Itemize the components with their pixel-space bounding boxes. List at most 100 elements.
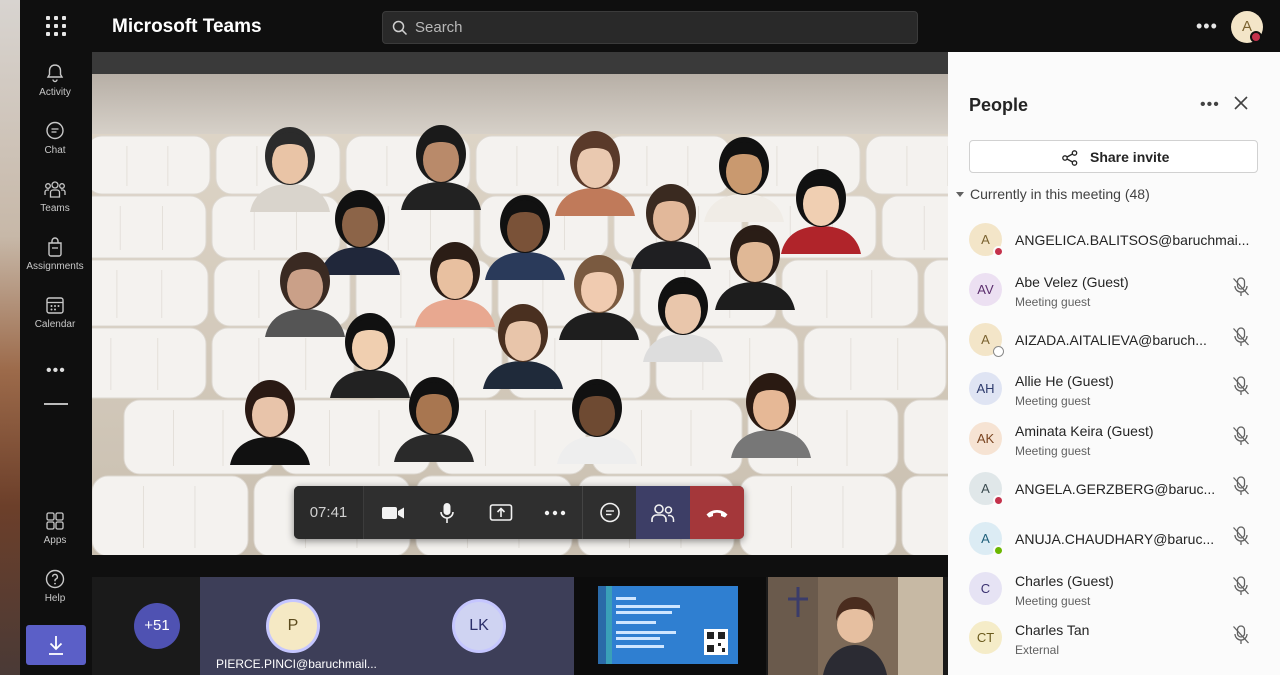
title-bar: Microsoft Teams ••• A: [20, 0, 1280, 52]
presence-badge: [993, 246, 1004, 257]
shared-content-tile[interactable]: [574, 577, 766, 675]
together-mode-stage: 07:41: [92, 52, 948, 555]
participant-row[interactable]: A ANGELA.GERZBERG@baruc...: [948, 470, 1280, 520]
participant-role: Meeting guest: [1015, 444, 1091, 459]
rail-label: Chat: [44, 145, 66, 156]
participant-row[interactable]: AH Allie He (Guest) Meeting guest: [948, 370, 1280, 420]
chat-icon: [599, 502, 620, 522]
participant-row[interactable]: A AIZADA.AITALIEVA@baruch...: [948, 321, 1280, 371]
people-panel: People ••• Share invite Currently in thi…: [948, 52, 1280, 675]
panel-more-icon[interactable]: •••: [1200, 96, 1220, 114]
mic-muted-icon: [1233, 326, 1249, 346]
participant-strip: +51 P LK PIERCE.PINCI@baruchmail...: [92, 577, 948, 675]
mic-muted-icon: [1233, 426, 1249, 446]
participants-button[interactable]: [636, 486, 690, 539]
apps-icon: [46, 512, 64, 530]
teams-icon: [44, 181, 66, 198]
share-screen-icon: [489, 503, 513, 521]
participant-name: PIERCE.PINCI@baruchmail...: [216, 657, 377, 671]
share-screen-button[interactable]: [474, 486, 528, 539]
more-actions-button[interactable]: [528, 486, 582, 539]
seat: [923, 259, 948, 327]
participant-avatar: LK: [452, 599, 506, 653]
more-participants-button[interactable]: +51: [134, 603, 180, 649]
participant-row[interactable]: A ANGELICA.BALITSOS@baruchmai...: [948, 221, 1280, 271]
teams-app: Microsoft Teams ••• A Activity Chat Team…: [0, 0, 1280, 675]
participant-video-tile[interactable]: [768, 577, 943, 675]
app-launcher-icon[interactable]: [44, 14, 68, 38]
help-icon: [45, 569, 65, 589]
rail-label: Apps: [43, 535, 67, 546]
call-timer: 07:41: [294, 486, 364, 539]
participant-name: Charles (Guest): [1015, 572, 1114, 589]
camera-button[interactable]: [366, 486, 420, 539]
assignments-icon: [48, 237, 62, 257]
seat: [92, 327, 207, 399]
teams-window: Microsoft Teams ••• A Activity Chat Team…: [20, 0, 1280, 675]
seat: [92, 475, 249, 555]
rail-divider: [44, 403, 68, 405]
people-icon: [651, 503, 675, 522]
seat: [781, 259, 919, 327]
more-options-icon[interactable]: •••: [1196, 16, 1218, 37]
meeting-section-header[interactable]: Currently in this meeting (48): [956, 186, 1150, 202]
participant-row[interactable]: C Charles (Guest) Meeting guest: [948, 570, 1280, 620]
section-label: Currently in this meeting: [970, 186, 1121, 202]
seat: [901, 475, 948, 555]
desktop-background: [0, 0, 20, 675]
close-icon[interactable]: [1234, 96, 1248, 115]
hang-up-icon: [706, 509, 728, 517]
rail-label: Activity: [39, 87, 71, 98]
seat: [881, 195, 948, 259]
share-invite-label: Share invite: [1090, 149, 1170, 165]
seat: [903, 399, 948, 475]
search-icon: [392, 20, 408, 36]
participant-role: External: [1015, 643, 1060, 658]
rail-item-chat[interactable]: Chat: [20, 120, 90, 174]
participant-avatar: P: [266, 599, 320, 653]
shared-slide-thumbnail: [574, 577, 766, 675]
mic-muted-icon: [1233, 277, 1249, 296]
leave-call-button[interactable]: [690, 486, 744, 539]
rail-item-help[interactable]: Help: [20, 568, 90, 622]
search-input[interactable]: [415, 12, 905, 43]
microphone-button[interactable]: [420, 486, 474, 539]
rail-item-apps[interactable]: Apps: [20, 510, 90, 564]
video-camera-icon: [382, 506, 404, 519]
chat-icon: [46, 121, 64, 140]
participant-role: Meeting guest: [1015, 593, 1091, 608]
participant-name: Charles Tan: [1015, 622, 1090, 639]
search-box[interactable]: [382, 11, 918, 44]
more-apps-icon[interactable]: •••: [46, 362, 66, 380]
participant-name: Allie He (Guest): [1015, 373, 1114, 390]
participant-row[interactable]: A ANUJA.CHAUDHARY@baruc...: [948, 520, 1280, 570]
download-button[interactable]: [26, 625, 86, 665]
panel-title: People: [969, 95, 1029, 115]
chat-button[interactable]: [582, 486, 636, 539]
seat: [92, 195, 207, 259]
rail-label: Calendar: [34, 319, 76, 330]
presence-badge: [993, 495, 1004, 506]
rail-item-activity[interactable]: Activity: [20, 62, 90, 116]
share-invite-button[interactable]: Share invite: [969, 140, 1258, 173]
participant-role: Meeting guest: [1015, 294, 1091, 309]
participant-avatar: CT: [969, 621, 1002, 655]
participant-tile-group[interactable]: P LK PIERCE.PINCI@baruchmail...: [200, 577, 574, 675]
participant-avatar: C: [969, 571, 1002, 605]
participant-row[interactable]: AK Aminata Keira (Guest) Meeting guest: [948, 420, 1280, 470]
mic-muted-icon: [1233, 625, 1249, 645]
mic-muted-icon: [1233, 376, 1249, 396]
mic-muted-icon: [1233, 476, 1249, 495]
rail-item-assignments[interactable]: Assignments: [20, 236, 90, 290]
participant-name: ANGELA.GERZBERG@baruc...: [1015, 481, 1216, 497]
rail-item-calendar[interactable]: Calendar: [20, 294, 90, 348]
rail-item-teams[interactable]: Teams: [20, 178, 90, 232]
participant-row[interactable]: CT Charles Tan External: [948, 619, 1280, 669]
mic-muted-icon: [1233, 526, 1249, 545]
bell-icon: [46, 64, 64, 83]
section-count: (48): [1124, 186, 1150, 202]
participant-name: ANGELICA.BALITSOS@baruchmai...: [1015, 232, 1250, 248]
rail-label: Teams: [40, 203, 70, 214]
participant-row[interactable]: AV Abe Velez (Guest) Meeting guest: [948, 271, 1280, 321]
participant-name: Abe Velez (Guest): [1015, 273, 1129, 290]
